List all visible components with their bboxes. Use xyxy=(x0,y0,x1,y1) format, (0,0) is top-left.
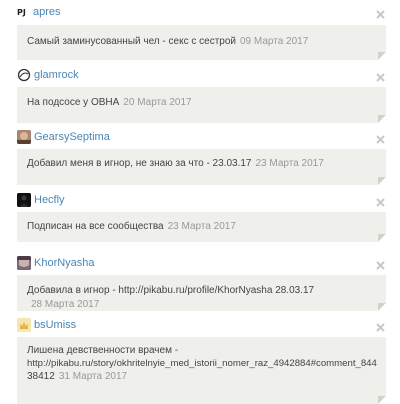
note-card: Добавил меня в игнор, не знаю за что - 2… xyxy=(17,149,386,185)
note-date: 09 Марта 2017 xyxy=(240,36,309,47)
note-text: Самый заминусованный чел - секс с сестро… xyxy=(27,36,236,47)
username-link[interactable]: KhorNyasha xyxy=(34,257,95,269)
username-link[interactable]: Hecfly xyxy=(34,194,65,206)
note-date: 31 Марта 2017 xyxy=(58,371,128,382)
close-icon[interactable] xyxy=(376,261,385,270)
note-text: Добавил меня в игнор, не знаю за что - 2… xyxy=(27,158,252,169)
close-icon[interactable] xyxy=(376,135,385,144)
close-icon[interactable] xyxy=(376,198,385,207)
note-text: Добавила в игнор - http://pikabu.ru/prof… xyxy=(27,285,315,296)
list-item: PJ apres Самый заминусованный чел - секс… xyxy=(0,4,400,62)
note-text-line: 38412 xyxy=(27,371,55,382)
note-date: 20 Марта 2017 xyxy=(123,97,192,108)
list-item: KhorNyasha Добавила в игнор - http://pik… xyxy=(0,255,400,313)
note-card: Лишена девственности врачем - http://pik… xyxy=(17,337,386,404)
note-card: Добавила в игнор - http://pikabu.ru/prof… xyxy=(17,275,386,311)
avatar[interactable] xyxy=(17,68,31,82)
avatar-text: PJ xyxy=(17,8,26,17)
note-card: На подсосе у ОВНА 20 Марта 2017 xyxy=(17,87,386,123)
note-date: 28 Марта 2017 xyxy=(31,299,100,310)
user-row: glamrock xyxy=(17,67,79,83)
avatar[interactable] xyxy=(17,318,31,332)
note-text-line: Лишена девственности врачем - xyxy=(27,345,179,356)
user-row: PJ apres xyxy=(17,4,61,20)
user-row: KhorNyasha xyxy=(17,255,95,271)
list-item: glamrock На подсосе у ОВНА 20 Марта 2017 xyxy=(0,67,400,125)
list-item: bsUmiss Лишена девственности врачем - ht… xyxy=(0,317,400,404)
user-row: Hecfly xyxy=(17,192,65,208)
note-text: На подсосе у ОВНА xyxy=(27,97,120,108)
username-link[interactable]: apres xyxy=(33,6,61,18)
note-link: http://pikabu.ru/story/okhritelnyie_med_… xyxy=(27,358,377,369)
username-link[interactable]: GearsySeptima xyxy=(34,131,110,143)
user-row: bsUmiss xyxy=(17,317,76,333)
ignore-list: PJ apres Самый заминусованный чел - секс… xyxy=(0,0,400,404)
avatar[interactable] xyxy=(17,256,31,270)
avatar[interactable] xyxy=(17,193,31,207)
username-link[interactable]: glamrock xyxy=(34,69,79,81)
note-card: Самый заминусованный чел - секс с сестро… xyxy=(17,25,386,60)
user-row: GearsySeptima xyxy=(17,129,110,145)
list-item: GearsySeptima Добавил меня в игнор, не з… xyxy=(0,129,400,187)
avatar[interactable] xyxy=(17,130,31,144)
note-date: 23 Марта 2017 xyxy=(255,158,324,169)
username-link[interactable]: bsUmiss xyxy=(34,319,76,331)
close-icon[interactable] xyxy=(376,323,385,332)
note-text: Подписан на все сообщества xyxy=(27,221,164,232)
close-icon[interactable] xyxy=(376,73,385,82)
note-card: Подписан на все сообщества 23 Марта 2017 xyxy=(17,212,386,242)
note-date: 23 Марта 2017 xyxy=(167,221,236,232)
list-item: Hecfly Подписан на все сообщества 23 Март… xyxy=(0,192,400,244)
avatar[interactable]: PJ xyxy=(17,5,30,19)
close-icon[interactable] xyxy=(376,10,385,19)
